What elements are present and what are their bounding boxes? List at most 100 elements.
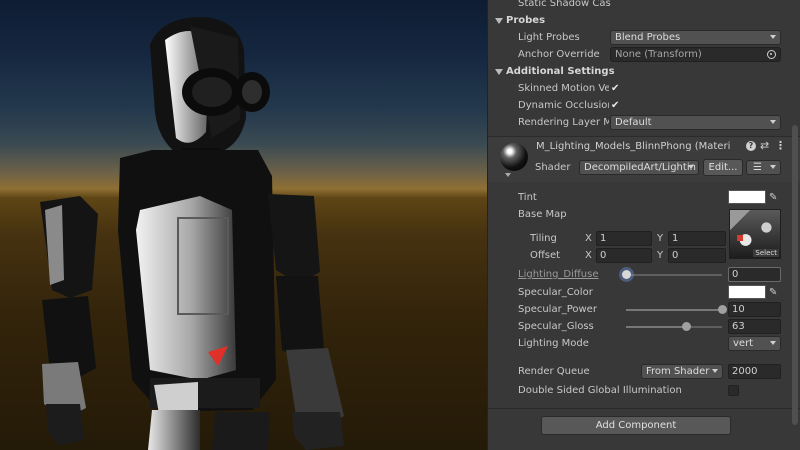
slider-knob[interactable]: [681, 322, 691, 331]
additional-settings-header[interactable]: Additional Settings: [488, 63, 800, 80]
static-shadow-row: Static Shadow Cas: [488, 0, 800, 12]
dropdown-arrow-icon: [770, 341, 776, 345]
skinned-motion-label: Skinned Motion Ve: [518, 83, 609, 94]
lighting-mode-row: Lighting Mode vert: [488, 335, 800, 352]
render-queue-row: Render Queue From Shader 2000: [488, 363, 800, 380]
add-component-label: Add Component: [595, 420, 677, 431]
shader-dropdown[interactable]: DecompiledArt/Lightin: [579, 160, 699, 175]
tiling-x-value: 1: [600, 233, 607, 244]
slider-fill: [626, 309, 722, 311]
robot-arm-right-upper: [268, 194, 320, 284]
anchor-override-value: None (Transform): [615, 49, 702, 60]
probes-title: Probes: [506, 15, 546, 26]
checkmark-icon[interactable]: ✔: [611, 83, 619, 94]
scene-viewport[interactable]: [0, 0, 487, 450]
kebab-menu-icon[interactable]: ⋮: [775, 139, 786, 152]
anchor-override-row: Anchor Override None (Transform): [488, 46, 800, 63]
robot-hand-left: [46, 404, 84, 446]
rendering-layer-value: Default: [615, 117, 652, 128]
dropdown-arrow-icon: [770, 35, 776, 39]
offset-y-value: 0: [672, 250, 679, 261]
tiling-y-field[interactable]: 1: [668, 231, 726, 246]
skinned-motion-row: Skinned Motion Ve ✔: [488, 80, 800, 97]
render-queue-field[interactable]: 2000: [728, 364, 781, 379]
inspector-scrollbar[interactable]: [792, 125, 798, 425]
list-menu-icon: ☰: [753, 162, 762, 173]
static-shadow-label: Static Shadow Cas: [518, 0, 611, 9]
eyedropper-icon[interactable]: ✎: [769, 287, 777, 298]
tiling-label: Tiling: [530, 233, 557, 244]
robot-character-render: [40, 17, 344, 450]
specular-power-value: 10: [732, 304, 745, 315]
tiling-x-axis: X: [585, 233, 592, 244]
specular-gloss-field[interactable]: 63: [728, 319, 781, 334]
slider-knob[interactable]: [718, 305, 727, 314]
offset-x-axis: X: [585, 250, 592, 261]
specular-power-slider[interactable]: [626, 305, 727, 314]
offset-row: Offset X 0 Y 0: [488, 247, 800, 264]
foldout-arrow-icon[interactable]: [495, 17, 503, 24]
additional-settings-title: Additional Settings: [506, 66, 615, 77]
double-sided-gi-checkbox[interactable]: [728, 385, 739, 396]
specular-color-row: Specular_Color ✎: [488, 284, 800, 301]
eyedropper-icon[interactable]: ✎: [769, 192, 777, 203]
offset-x-field[interactable]: 0: [596, 248, 652, 263]
checkmark-icon[interactable]: ✔: [611, 100, 619, 111]
slider-knob[interactable]: [622, 270, 631, 279]
material-sphere-icon: [500, 143, 528, 171]
probes-header[interactable]: Probes: [488, 12, 800, 29]
lighting-mode-label: Lighting Mode: [518, 338, 589, 349]
specular-gloss-row: Specular_Gloss 63: [488, 318, 800, 335]
render-queue-mode: From Shader: [646, 366, 710, 377]
add-component-button[interactable]: Add Component: [541, 416, 731, 435]
dynamic-occlusion-row: Dynamic Occlusion ✔: [488, 97, 800, 114]
offset-y-field[interactable]: 0: [668, 248, 726, 263]
rendering-layer-label: Rendering Layer M: [518, 117, 609, 128]
specular-color-label: Specular_Color: [518, 287, 593, 298]
tiling-y-axis: Y: [657, 233, 664, 244]
offset-x-value: 0: [600, 250, 607, 261]
light-probes-label: Light Probes: [518, 32, 580, 43]
rendering-layer-dropdown[interactable]: Default: [610, 115, 781, 130]
base-map-label: Base Map: [518, 209, 567, 220]
robot-leg-left: [148, 410, 200, 450]
edit-shader-button[interactable]: Edit...: [703, 159, 743, 176]
tiling-x-field[interactable]: 1: [596, 231, 652, 246]
tint-row: Tint ✎: [488, 189, 800, 206]
shader-value: DecompiledArt/Lightin: [584, 162, 696, 173]
dropdown-arrow-icon: [712, 369, 718, 373]
specular-color-swatch[interactable]: [728, 285, 766, 299]
foldout-arrow-icon[interactable]: [495, 68, 503, 75]
material-header: M_Lighting_Models_BlinnPhong (Materi ? ⇄…: [488, 137, 800, 182]
foldout-arrow-icon[interactable]: [505, 173, 511, 177]
help-icon[interactable]: ?: [746, 141, 756, 151]
double-sided-gi-row: Double Sided Global Illumination: [488, 382, 800, 399]
offset-label: Offset: [530, 250, 561, 261]
light-probes-dropdown[interactable]: Blend Probes: [610, 30, 781, 45]
edit-shader-label: Edit...: [708, 162, 738, 173]
preset-icon[interactable]: ⇄: [760, 139, 769, 152]
lighting-diffuse-slider[interactable]: [622, 270, 722, 279]
material-name: M_Lighting_Models_BlinnPhong (Materi: [536, 141, 731, 152]
object-picker-icon[interactable]: [767, 50, 776, 59]
offset-y-axis: Y: [657, 250, 664, 261]
dropdown-arrow-icon: [770, 165, 776, 169]
lighting-mode-dropdown[interactable]: vert: [728, 336, 781, 351]
tint-color-swatch[interactable]: [728, 190, 766, 204]
dropdown-arrow-icon: [770, 120, 776, 124]
render-queue-value: 2000: [732, 366, 758, 377]
anchor-override-field[interactable]: None (Transform): [610, 47, 781, 62]
shader-list-dropdown[interactable]: ☰: [746, 160, 781, 175]
lighting-diffuse-field[interactable]: 0: [728, 267, 781, 282]
render-queue-dropdown[interactable]: From Shader: [641, 364, 723, 379]
light-probes-row: Light Probes Blend Probes: [488, 29, 800, 46]
specular-gloss-label: Specular_Gloss: [518, 321, 594, 332]
tiling-row: Tiling X 1 Y 1: [488, 230, 800, 247]
robot-leg-right: [212, 412, 270, 450]
lighting-mode-value: vert: [733, 338, 754, 349]
render-queue-label: Render Queue: [518, 366, 590, 377]
shader-label: Shader: [535, 162, 571, 173]
slider-fill: [626, 326, 686, 328]
specular-gloss-slider[interactable]: [626, 322, 722, 331]
specular-power-field[interactable]: 10: [728, 302, 781, 317]
